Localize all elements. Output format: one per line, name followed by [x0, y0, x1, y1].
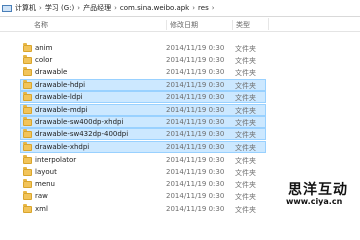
item-type: 文件夹	[235, 181, 256, 189]
list-item[interactable]: drawable-sw432dp-400dpi 2014/11/19 0:30 文件…	[20, 128, 266, 140]
item-type: 文件夹	[235, 94, 256, 102]
folder-icon	[23, 92, 32, 101]
item-type: 文件夹	[235, 193, 256, 201]
list-item[interactable]: drawable-hdpi 2014/11/19 0:30 文件夹	[20, 79, 266, 91]
column-header-name[interactable]: 名称	[34, 20, 48, 30]
item-name: drawable-mdpi	[35, 106, 88, 114]
list-item[interactable]: xml 2014/11/19 0:30 文件夹	[20, 203, 266, 215]
item-type: 文件夹	[235, 45, 256, 53]
item-type: 文件夹	[235, 119, 256, 127]
item-name: drawable-xhdpi	[35, 143, 90, 151]
item-name: drawable-ldpi	[35, 93, 83, 101]
item-type: 文件夹	[235, 157, 256, 165]
folder-icon	[23, 117, 32, 126]
folder-icon	[23, 155, 32, 164]
item-name: drawable-sw432dp-400dpi	[35, 130, 129, 138]
folder-icon	[23, 43, 32, 52]
list-item[interactable]: interpolator 2014/11/19 0:30 文件夹	[20, 154, 266, 166]
breadcrumb-separator[interactable]: ›	[192, 4, 195, 12]
list-item[interactable]: color 2014/11/19 0:30 文件夹	[20, 54, 266, 66]
column-divider[interactable]	[268, 18, 269, 30]
item-date: 2014/11/19 0:30	[166, 168, 225, 176]
column-header-row: 名称 修改日期 类型	[0, 17, 360, 32]
breadcrumb-separator[interactable]: ›	[114, 4, 117, 12]
item-type: 文件夹	[235, 169, 256, 177]
item-name: drawable-sw400dp-xhdpi	[35, 118, 124, 126]
breadcrumb-separator[interactable]: ›	[77, 4, 80, 12]
folder-icon	[23, 167, 32, 176]
item-date: 2014/11/19 0:30	[166, 192, 225, 200]
item-type: 文件夹	[235, 206, 256, 214]
item-date: 2014/11/19 0:30	[166, 81, 225, 89]
folder-icon	[23, 179, 32, 188]
folder-icon	[23, 55, 32, 64]
breadcrumb-apk[interactable]: com.sina.weibo.apk	[120, 4, 189, 12]
list-item[interactable]: drawable-sw400dp-xhdpi 2014/11/19 0:30 文件夹	[20, 116, 266, 128]
breadcrumb-separator[interactable]: ›	[39, 4, 42, 12]
folder-icon	[23, 142, 32, 151]
address-bar[interactable]: 计算机 › 学习 (G:) › 产品经理 › com.sina.weibo.ap…	[0, 0, 360, 17]
item-date: 2014/11/19 0:30	[166, 143, 225, 151]
item-name: menu	[35, 180, 55, 188]
folder-icon	[23, 67, 32, 76]
item-name: anim	[35, 44, 53, 52]
item-date: 2014/11/19 0:30	[166, 68, 225, 76]
breadcrumb-computer[interactable]: 计算机	[15, 3, 36, 13]
list-item[interactable]: drawable-ldpi 2014/11/19 0:30 文件夹	[20, 91, 266, 103]
item-type: 文件夹	[235, 69, 256, 77]
list-item[interactable]: drawable 2014/11/19 0:30 文件夹	[20, 66, 266, 78]
watermark-title: 思洋互动	[288, 182, 348, 198]
item-date: 2014/11/19 0:30	[166, 205, 225, 213]
item-date: 2014/11/19 0:30	[166, 56, 225, 64]
item-type: 文件夹	[235, 131, 256, 139]
item-name: drawable	[35, 68, 68, 76]
item-name: layout	[35, 168, 57, 176]
item-type: 文件夹	[235, 82, 256, 90]
breadcrumb-drive[interactable]: 学习 (G:)	[45, 3, 74, 13]
list-item[interactable]: layout 2014/11/19 0:30 文件夹	[20, 166, 266, 178]
list-item[interactable]: drawable-mdpi 2014/11/19 0:30 文件夹	[20, 104, 266, 116]
item-date: 2014/11/19 0:30	[166, 180, 225, 188]
folder-icon	[23, 105, 32, 114]
item-name: raw	[35, 192, 48, 200]
breadcrumb-product-manager[interactable]: 产品经理	[83, 3, 111, 13]
computer-icon	[2, 4, 12, 12]
item-name: xml	[35, 205, 48, 213]
breadcrumb-separator[interactable]: ›	[212, 4, 215, 12]
item-name: color	[35, 56, 53, 64]
item-type: 文件夹	[235, 107, 256, 115]
column-header-type[interactable]: 类型	[232, 20, 250, 30]
item-date: 2014/11/19 0:30	[166, 130, 225, 138]
item-date: 2014/11/19 0:30	[166, 118, 225, 126]
watermark-url: www.ciya.cn	[286, 197, 343, 206]
item-name: interpolator	[35, 156, 77, 164]
breadcrumb-res[interactable]: res	[198, 4, 209, 12]
list-item[interactable]: menu 2014/11/19 0:30 文件夹	[20, 178, 266, 190]
folder-icon	[23, 191, 32, 200]
item-type: 文件夹	[235, 144, 256, 152]
folder-icon	[23, 129, 32, 138]
list-item[interactable]: raw 2014/11/19 0:30 文件夹	[20, 190, 266, 202]
item-date: 2014/11/19 0:30	[166, 44, 225, 52]
column-header-date[interactable]: 修改日期	[166, 20, 198, 30]
item-date: 2014/11/19 0:30	[166, 106, 225, 114]
item-date: 2014/11/19 0:30	[166, 93, 225, 101]
folder-icon	[23, 80, 32, 89]
list-item[interactable]: drawable-xhdpi 2014/11/19 0:30 文件夹	[20, 141, 266, 153]
item-type: 文件夹	[235, 57, 256, 65]
item-name: drawable-hdpi	[35, 81, 86, 89]
item-date: 2014/11/19 0:30	[166, 156, 225, 164]
list-item[interactable]: anim 2014/11/19 0:30 文件夹	[20, 42, 266, 54]
folder-icon	[23, 204, 32, 213]
